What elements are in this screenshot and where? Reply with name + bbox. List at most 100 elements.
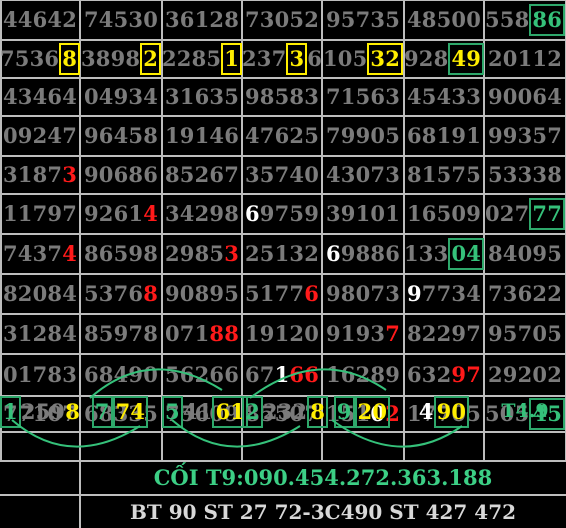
grid-cell: 39101	[325, 201, 401, 226]
grid-cell: 133 04	[404, 234, 485, 274]
bottom-cell: 5 41 61	[162, 396, 249, 428]
highlight-digit: 66	[289, 362, 320, 387]
highlight-box: 1	[221, 43, 243, 75]
highlight-box: 86	[529, 4, 566, 36]
bottom-cell: 1 2598	[0, 396, 81, 428]
highlight-digit: 6	[325, 241, 341, 266]
grid-cell: 56266	[164, 362, 240, 387]
boxed-digit: 5	[162, 396, 183, 428]
bottom-cell: 4 90	[404, 396, 484, 428]
grid-cell: 85978	[83, 321, 159, 346]
highlight-box: 32	[367, 43, 404, 75]
highlight-digit: 6	[244, 201, 260, 226]
highlight-digit: 8	[143, 281, 159, 306]
boxed-digit: 2	[242, 396, 263, 428]
grid-cell: 16289	[325, 362, 401, 387]
grid-cell: 47625	[244, 123, 320, 148]
grid-cell: 79905	[325, 123, 401, 148]
grid-cell: 01783	[2, 362, 78, 387]
grid-cell: 90686	[83, 162, 159, 187]
grid-cell: 99357	[487, 123, 563, 148]
grid-cell: 45433	[406, 84, 482, 109]
boxed-digit: 9	[333, 396, 355, 428]
grid-cell: 36128	[164, 7, 240, 32]
grid-cell: 34298	[164, 201, 240, 226]
grid-cell: 29202	[487, 362, 563, 387]
highlight-box: 77	[529, 198, 566, 230]
grid-cell: 43073	[325, 162, 401, 187]
grid-cell: 98583	[244, 84, 320, 109]
grid-cell: 84095	[487, 241, 563, 266]
grid-cell: 82084	[2, 281, 78, 306]
highlight-digit: 4	[143, 201, 159, 226]
highlight-digit: 9	[406, 281, 422, 306]
grid-cell: 29853	[164, 241, 240, 266]
grid-cell: 027 77	[484, 194, 566, 234]
grid-cell: 53338	[487, 162, 563, 187]
grid-cell: 31284	[2, 321, 78, 346]
grid-cell: 71563	[325, 84, 401, 109]
grid-cell: 68191	[406, 123, 482, 148]
lottery-board: 44642 74530 36128 73052 95735 48500 558 86 7536 8…	[0, 0, 566, 528]
grid-cell: 237 3 6	[242, 40, 322, 78]
grid-cell: 44642	[2, 7, 78, 32]
grid-cell: 20112	[487, 46, 563, 71]
grid-cell: 73052	[244, 7, 320, 32]
grid-cell: 92614	[83, 201, 159, 226]
grid-cell: 31873	[2, 162, 78, 187]
grid-cell: 74374	[2, 241, 78, 266]
highlight-box: 8	[59, 43, 81, 75]
bottom-cell: 2 232 8	[242, 396, 329, 428]
grid-cell: 91937	[325, 321, 401, 346]
highlight-box: 3	[286, 43, 308, 75]
grid-cell: 11797	[2, 201, 78, 226]
grid-cell: 51776	[244, 281, 320, 306]
footer-coi-line: CỐI T9:090.454.272.363.188	[153, 465, 493, 490]
grid-cell: 67166	[244, 362, 320, 387]
grid-cell: 90064	[487, 84, 563, 109]
grid-cell: 97734	[406, 281, 482, 306]
grid-cell: 69759	[244, 201, 320, 226]
grid-cell: 48500	[406, 7, 482, 32]
grid-cell: 74530	[83, 7, 159, 32]
highlight-digit: 6	[304, 281, 320, 306]
grid-cell: 81575	[406, 162, 482, 187]
boxed-digit: 90	[433, 396, 470, 428]
grid-cell: 16509	[406, 201, 482, 226]
highlight-digit: 4	[62, 241, 78, 266]
grid-cell: 73622	[487, 281, 563, 306]
grid-cell: 98073	[325, 281, 401, 306]
bottom-cell: 7 74	[80, 396, 160, 428]
boxed-digit: 7	[91, 396, 113, 428]
grid-cell: 95705	[487, 321, 563, 346]
highlight-digit: 1	[274, 362, 290, 387]
highlight-digit: 7	[385, 321, 401, 346]
grid-cell: 35740	[244, 162, 320, 187]
boxed-digit: 1	[0, 396, 21, 428]
bottom-label: T4.9	[501, 400, 549, 422]
highlight-digit: 3	[62, 162, 78, 187]
grid-cell: 928 49	[404, 40, 485, 78]
grid-cell: 2285 1	[162, 40, 243, 78]
highlight-box: 2	[140, 43, 162, 75]
grid-cell: 53768	[83, 281, 159, 306]
grid-cell: 19120	[244, 321, 320, 346]
grid-cell: 558 86	[484, 0, 566, 40]
grid-cell: 3898 2	[80, 40, 162, 78]
highlight-digit: 8	[65, 399, 81, 424]
grid-cell: 82297	[406, 321, 482, 346]
grid-cell: 25132	[244, 241, 320, 266]
grid-cell: 19146	[164, 123, 240, 148]
bottom-cell: 9 20	[322, 396, 402, 428]
grid-cell: 43464	[2, 84, 78, 109]
grid-cell: 86598	[83, 241, 159, 266]
highlight-digit: 74	[112, 396, 149, 428]
grid-cell: 105 32	[322, 40, 404, 78]
highlight-box: 49	[448, 43, 485, 75]
highlight-digit: 97	[451, 362, 482, 387]
grid-cell: 04934	[83, 84, 159, 109]
grid-cell: 85267	[164, 162, 240, 187]
grid-cell: 63297	[406, 362, 482, 387]
grid-cell: 96458	[83, 123, 159, 148]
grid-cell: 7536 8	[0, 40, 81, 78]
